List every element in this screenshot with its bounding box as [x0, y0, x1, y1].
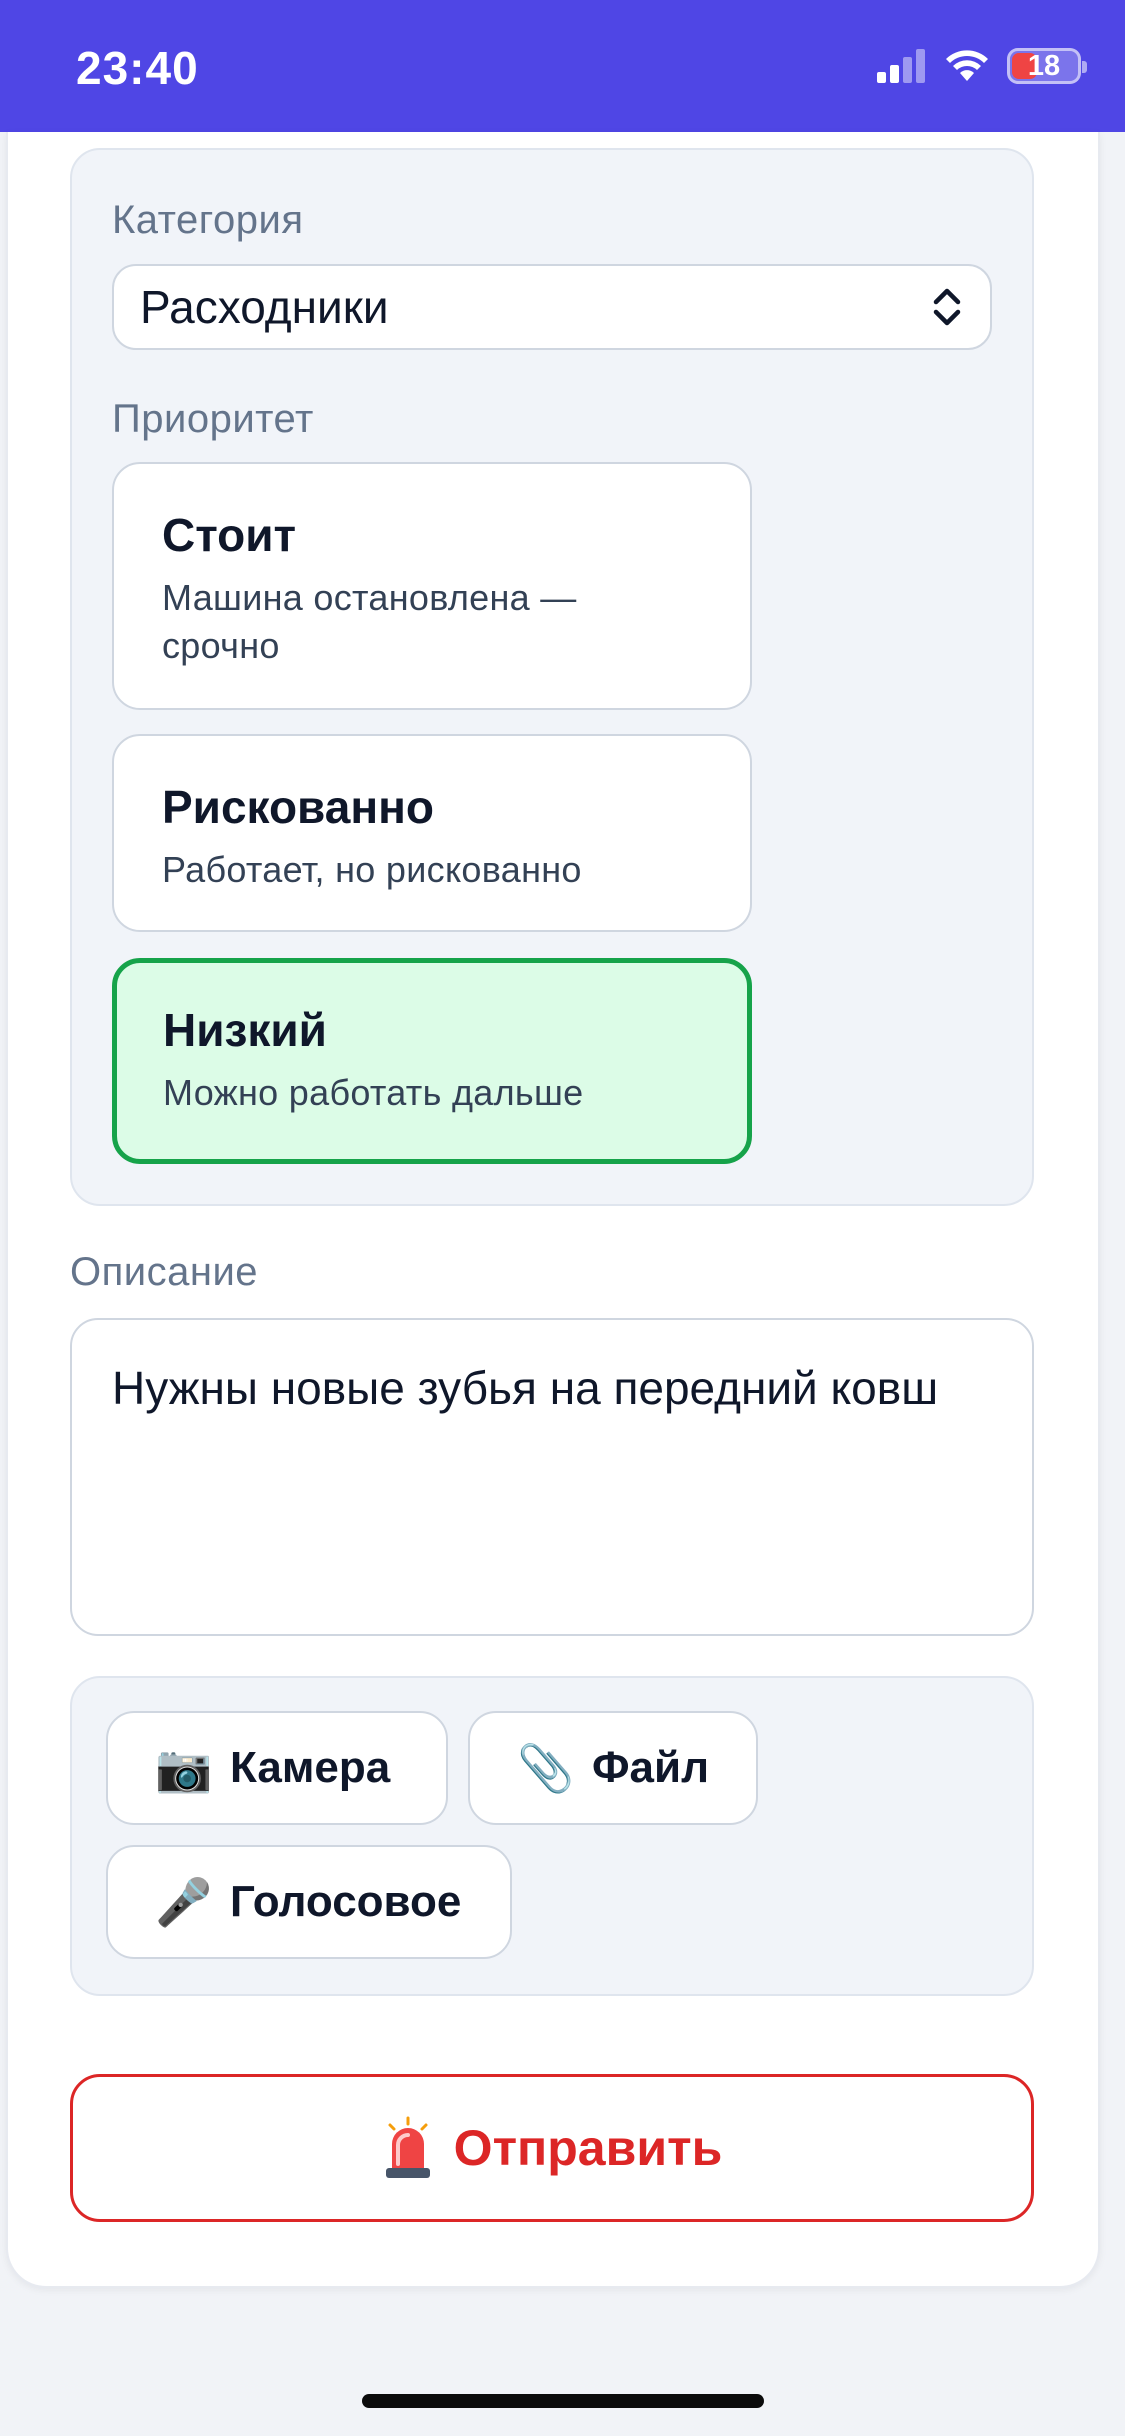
priority-option-risky[interactable]: Рискованно Работает, но рискованно	[112, 734, 752, 932]
wifi-icon	[946, 50, 988, 81]
priority-option-title: Стоит	[162, 509, 297, 561]
voice-button[interactable]: 🎤 Голосовое	[106, 1845, 512, 1959]
siren-icon	[385, 2116, 430, 2178]
status-icons: 18	[875, 48, 1087, 84]
camera-button-label: Камера	[230, 1743, 391, 1792]
status-time: 23:40	[76, 42, 199, 94]
priority-option-description: Можно работать дальше	[163, 1072, 584, 1113]
priority-option-low[interactable]: Низкий Можно работать дальше	[112, 958, 752, 1164]
home-indicator[interactable]	[362, 2394, 764, 2408]
category-select-value: Расходники	[140, 281, 389, 333]
chevron-up-down-icon	[933, 288, 961, 326]
camera-icon: 📷	[155, 1741, 213, 1794]
battery-level: 18	[1027, 49, 1061, 82]
category-select[interactable]: Расходники	[112, 264, 992, 350]
microphone-icon: 🎤	[155, 1875, 213, 1928]
submit-button[interactable]: Отправить	[70, 2074, 1034, 2222]
priority-option-stopped[interactable]: Стоит Машина остановлена — срочно	[112, 462, 752, 710]
voice-button-label: Голосовое	[230, 1877, 462, 1926]
category-label: Категория	[112, 198, 304, 242]
status-bar: 23:40 18	[0, 0, 1125, 132]
battery-cap	[1082, 61, 1087, 73]
priority-option-title: Низкий	[163, 1004, 327, 1056]
priority-option-description: Машина остановлена — срочно	[162, 577, 577, 666]
battery-icon: 18	[1007, 48, 1087, 84]
file-button[interactable]: 📎 Файл	[468, 1711, 758, 1825]
paperclip-icon: 📎	[517, 1741, 575, 1794]
description-label: Описание	[70, 1250, 259, 1294]
file-button-label: Файл	[592, 1743, 710, 1792]
camera-button[interactable]: 📷 Камера	[106, 1711, 448, 1825]
submit-button-label: Отправить	[453, 2120, 723, 2176]
priority-label: Приоритет	[112, 397, 314, 441]
priority-option-title: Рискованно	[162, 781, 434, 833]
description-textarea[interactable]: Нужны новые зубья на передний ковш	[70, 1318, 1034, 1636]
cellular-signal-icon	[877, 49, 925, 83]
priority-option-description: Работает, но рискованно	[162, 849, 582, 890]
